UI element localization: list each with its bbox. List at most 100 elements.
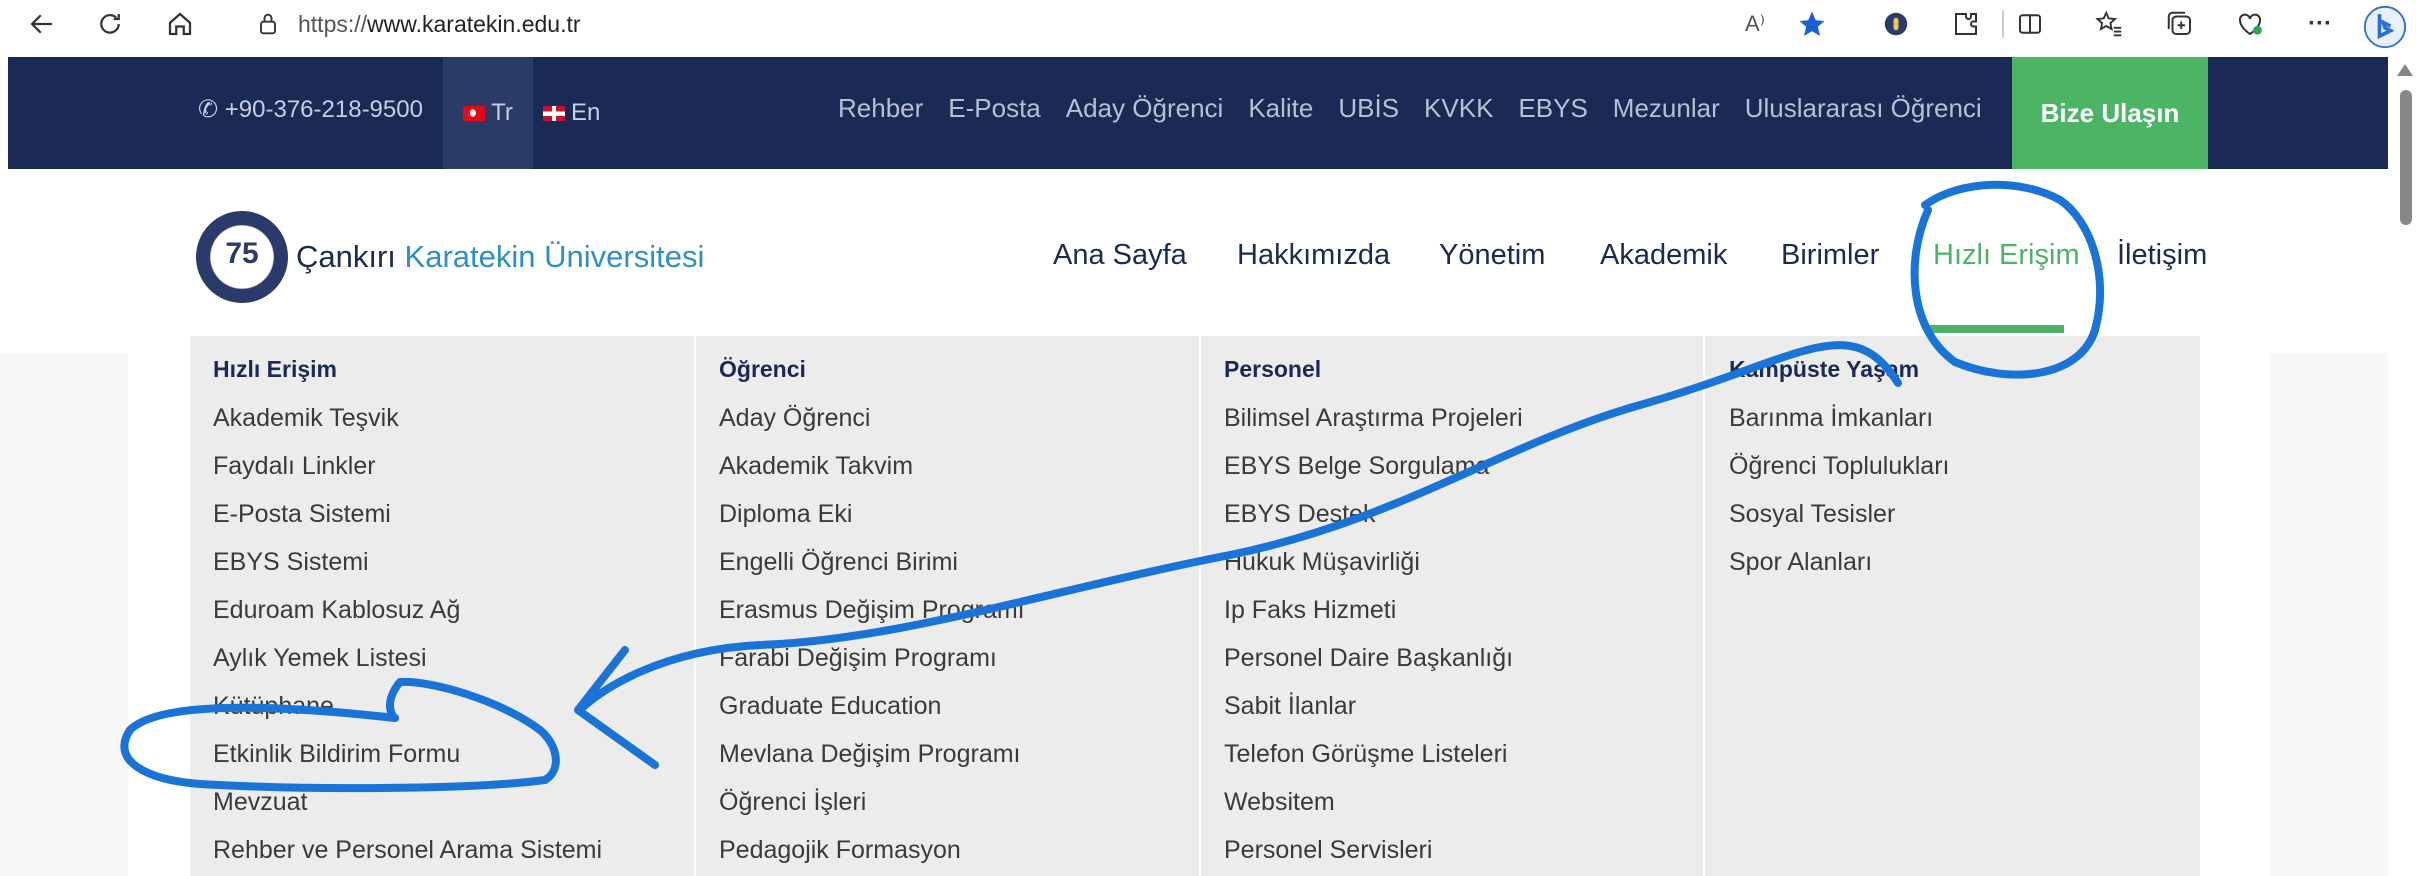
favorites-icon[interactable] [2090,4,2130,44]
top-utility-bar: ✆ +90-376-218-9500 Tr En Rehber E-Posta … [8,57,2388,169]
scroll-up-arrow-icon[interactable] [2397,64,2413,76]
top-link-kvkk[interactable]: KVKK [1424,93,1493,124]
menu-item-pedagojik-formasyon[interactable]: Pedagojik Formasyon [719,836,961,865]
column-divider [694,336,696,876]
url-text[interactable]: https://www.karatekin.edu.tr [298,11,581,38]
back-icon[interactable] [22,4,62,44]
menu-item-e-posta-sistemi[interactable]: E-Posta Sistemi [213,500,391,529]
menu-item-farabi[interactable]: Farabi Değişim Programı [719,644,997,673]
lock-icon[interactable] [254,10,282,38]
language-en-label: En [571,99,601,126]
nav-akademik[interactable]: Akademik [1600,239,1727,272]
menu-item-telefon-gorusme[interactable]: Telefon Görüşme Listeleri [1224,740,1507,769]
menu-item-aday-ogrenci[interactable]: Aday Öğrenci [719,404,870,433]
top-link-rehber[interactable]: Rehber [838,93,923,124]
scrollbar-thumb[interactable] [2400,90,2412,225]
menu-item-ebys-destek[interactable]: EBYS Destek [1224,500,1375,529]
logo-badge-text: 75 [225,237,259,270]
column-title-kampuste-yasam: Kampüste Yaşam [1729,356,1920,382]
toolbar-divider [2002,10,2004,38]
nav-hakkimizda[interactable]: Hakkımızda [1237,239,1390,272]
nav-birimler[interactable]: Birimler [1781,239,1879,272]
column-title-ogrenci: Öğrenci [719,356,806,382]
top-link-aday-ogrenci[interactable]: Aday Öğrenci [1066,93,1224,124]
menu-item-sosyal-tesisler[interactable]: Sosyal Tesisler [1729,500,1895,529]
nav-hizli-erisim[interactable]: Hızlı Erişim [1933,239,2080,272]
column-divider [1703,336,1705,876]
menu-item-hukuk-musavirligi[interactable]: Hukuk Müşavirliği [1224,548,1420,577]
menu-item-eduroam[interactable]: Eduroam Kablosuz Ağ [213,596,460,625]
column-title-hizli-erisim: Hızlı Erişim [213,356,337,382]
refresh-icon[interactable] [90,4,130,44]
split-screen-icon[interactable] [2010,4,2050,44]
menu-item-akademik-tesvik[interactable]: Akademik Teşvik [213,404,399,433]
menu-item-personel-servisleri[interactable]: Personel Servisleri [1224,836,1432,865]
language-tr-label: Tr [491,99,513,126]
menu-item-spor-alanlari[interactable]: Spor Alanları [1729,548,1872,577]
turkey-flag-icon [463,105,486,121]
phone-link[interactable]: ✆ +90-376-218-9500 [198,95,423,124]
university-name[interactable]: Çankırı Karatekin Üniversitesi [296,239,704,275]
active-nav-indicator [1930,325,2064,333]
column-title-personel: Personel [1224,356,1322,382]
menu-item-personel-daire[interactable]: Personel Daire Başkanlığı [1224,644,1513,673]
collections-icon[interactable] [2160,4,2200,44]
page-content-edge-left [128,353,190,876]
menu-item-akademik-takvim[interactable]: Akademik Takvim [719,452,913,481]
bing-icon[interactable] [2360,2,2410,52]
menu-item-mevlana[interactable]: Mevlana Değişim Programı [719,740,1021,769]
top-link-kalite[interactable]: Kalite [1248,93,1313,124]
menu-item-graduate-education[interactable]: Graduate Education [719,692,941,721]
top-link-uluslararasi-ogrenci[interactable]: Uluslararası Öğrenci [1745,93,1982,124]
puzzle-icon[interactable] [1946,4,1986,44]
menu-item-ebys-belge-sorgulama[interactable]: EBYS Belge Sorgulama [1224,452,1489,481]
university-name-part2: Karatekin Üniversitesi [404,239,705,274]
menu-item-ogrenci-topluluklari[interactable]: Öğrenci Toplulukları [1729,452,1949,481]
menu-item-barinma[interactable]: Barınma İmkanları [1729,404,1933,433]
menu-item-ip-faks[interactable]: Ip Faks Hizmeti [1224,596,1396,625]
menu-item-diploma-eki[interactable]: Diploma Eki [719,500,852,529]
nav-yonetim[interactable]: Yönetim [1439,239,1545,272]
read-aloud-label: A⁾ [1744,11,1766,36]
top-links: Rehber E-Posta Aday Öğrenci Kalite UBİS … [838,93,2007,124]
nav-ana-sayfa[interactable]: Ana Sayfa [1053,239,1187,272]
menu-item-ogrenci-isleri[interactable]: Öğrenci İşleri [719,788,866,817]
phone-icon: ✆ [198,96,219,123]
page-content-edge-right [2200,353,2270,876]
menu-item-bilimsel-arastirma[interactable]: Bilimsel Araştırma Projeleri [1224,404,1523,433]
top-link-e-posta[interactable]: E-Posta [948,93,1041,124]
top-link-ubis[interactable]: UBİS [1338,93,1399,124]
health-icon[interactable] [2230,4,2270,44]
menu-item-sabit-ilanlar[interactable]: Sabit İlanlar [1224,692,1356,721]
more-icon[interactable]: ··· [2300,4,2340,44]
contact-us-button[interactable]: Bize Ulaşın [2012,57,2208,169]
menu-item-websitem[interactable]: Websitem [1224,788,1335,817]
home-icon[interactable] [160,4,200,44]
menu-item-etkinlik-bildirim-formu[interactable]: Etkinlik Bildirim Formu [213,740,460,769]
top-link-mezunlar[interactable]: Mezunlar [1613,93,1720,124]
url-domain: www.karatekin.edu.tr [367,10,581,37]
column-divider [1199,336,1201,876]
more-label: ··· [2308,10,2332,37]
extension-icon[interactable] [1876,4,1916,44]
menu-item-engelli-ogrenci-birimi[interactable]: Engelli Öğrenci Birimi [719,548,958,577]
address-bar[interactable]: https://www.karatekin.edu.tr [230,2,1810,46]
language-tr[interactable]: Tr [443,57,533,169]
menu-item-faydali-linkler[interactable]: Faydalı Linkler [213,452,376,481]
favorite-star-icon[interactable] [1792,4,1832,44]
menu-item-mevzuat[interactable]: Mevzuat [213,788,307,817]
menu-item-aylik-yemek-listesi[interactable]: Aylık Yemek Listesi [213,644,427,673]
menu-item-ebys-sistemi[interactable]: EBYS Sistemi [213,548,369,577]
menu-item-erasmus[interactable]: Erasmus Değişim Programı [719,596,1025,625]
uk-flag-icon [543,105,565,121]
top-link-ebys[interactable]: EBYS [1518,93,1587,124]
menu-item-kutuphane[interactable]: Kütüphane [213,692,334,721]
language-en[interactable]: En [543,57,600,169]
browser-toolbar: https://www.karatekin.edu.tr A⁾ ··· [0,0,2422,49]
phone-number: +90-376-218-9500 [224,96,423,123]
menu-item-rehber-personel-arama[interactable]: Rehber ve Personel Arama Sistemi [213,836,602,865]
nav-iletisim[interactable]: İletişim [2117,239,2207,272]
read-aloud-icon[interactable]: A⁾ [1735,4,1775,44]
url-prefix: https:// [298,10,368,37]
university-logo[interactable]: 75 [196,211,288,303]
